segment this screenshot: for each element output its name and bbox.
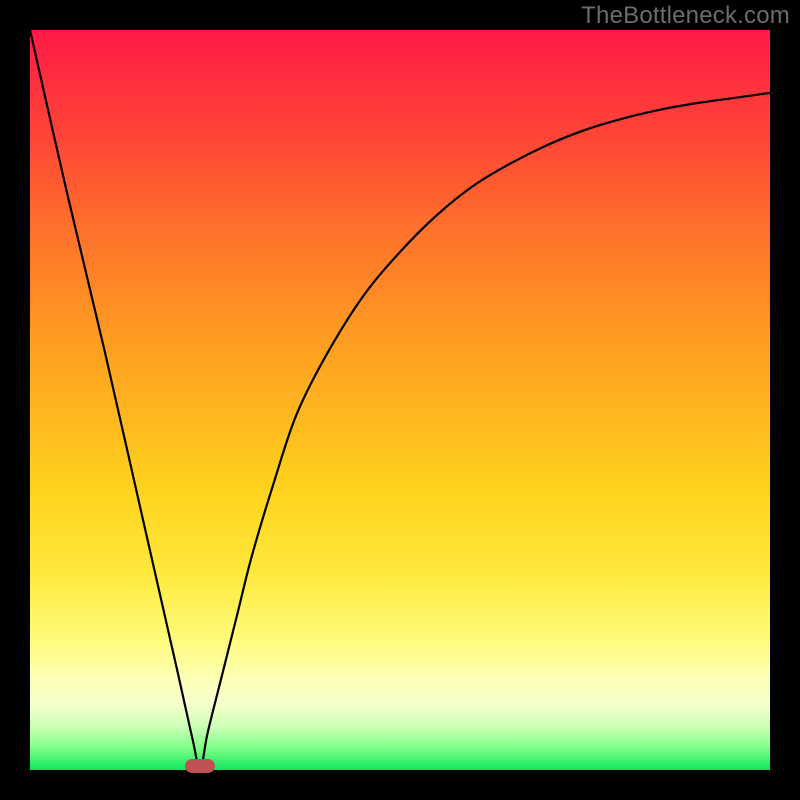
bottleneck-curve bbox=[30, 30, 770, 770]
curve-svg bbox=[30, 30, 770, 770]
minimum-marker bbox=[185, 759, 215, 773]
chart-frame: TheBottleneck.com bbox=[0, 0, 800, 800]
plot-area bbox=[30, 30, 770, 770]
watermark-text: TheBottleneck.com bbox=[581, 2, 790, 30]
